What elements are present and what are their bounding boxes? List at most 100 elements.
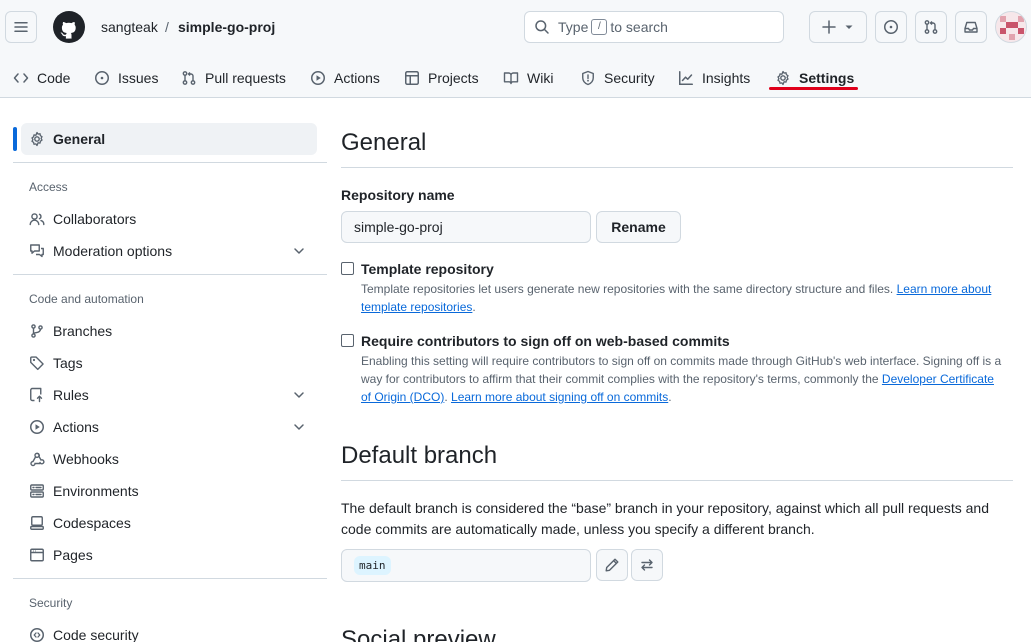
search-placeholder-prefix: Type — [558, 19, 589, 35]
pull-requests-button[interactable] — [915, 11, 947, 43]
template-repository-description: Template repositories let users generate… — [361, 282, 992, 314]
server-icon — [30, 484, 44, 498]
sidebar-item-label: Tags — [53, 355, 83, 371]
tab-projects[interactable]: Projects — [404, 63, 479, 93]
triangle-down-icon — [845, 25, 853, 29]
sidebar-item-collaborators[interactable]: Collaborators — [29, 209, 317, 229]
breadcrumb-separator: / — [165, 19, 169, 35]
breadcrumb-repo[interactable]: simple-go-proj — [178, 19, 275, 35]
tab-issues[interactable]: Issues — [94, 63, 158, 93]
template-repository-checkbox[interactable] — [341, 262, 354, 275]
gear-icon — [777, 70, 789, 86]
tab-settings-label: Settings — [799, 70, 855, 86]
sidebar-item-pages[interactable]: Pages — [29, 545, 317, 565]
play-icon — [311, 71, 325, 85]
template-description-text: Template repositories let users generate… — [361, 282, 894, 296]
tab-security[interactable]: Security — [580, 63, 655, 93]
sidebar-item-general[interactable]: General — [29, 129, 317, 149]
repository-name-label: Repository name — [341, 187, 455, 203]
sidebar-item-rules[interactable]: Rules — [29, 385, 317, 405]
create-new-button[interactable] — [809, 11, 867, 43]
sidebar-item-codespaces[interactable]: Codespaces — [29, 513, 317, 533]
avatar[interactable] — [995, 11, 1027, 43]
github-logo-icon[interactable] — [53, 11, 85, 43]
comment-discussion-icon — [30, 244, 44, 258]
tab-actions[interactable]: Actions — [310, 63, 380, 93]
learn-more-signoff-link[interactable]: Learn more about signing off on commits — [451, 390, 668, 404]
repo-navigation: Code Issues Pull requests Actions Projec… — [0, 58, 1031, 98]
chevron-down-icon[interactable] — [291, 419, 307, 435]
sidebar-divider — [13, 274, 327, 275]
code-icon — [13, 73, 29, 83]
chevron-down-icon[interactable] — [291, 243, 307, 259]
gear-icon — [31, 131, 43, 147]
default-branch-divider — [341, 480, 1013, 481]
git-branch-icon — [31, 324, 43, 338]
chevron-down-icon[interactable] — [291, 387, 307, 403]
sidebar-item-environments[interactable]: Environments — [29, 481, 317, 501]
dco-link-part-2[interactable]: of Origin (DCO) — [361, 390, 444, 404]
codescan-icon — [30, 628, 44, 642]
table-icon — [405, 71, 419, 85]
default-branch-description: The default branch is considered the “ba… — [341, 500, 989, 537]
tab-pull-requests[interactable]: Pull requests — [181, 63, 286, 93]
rename-branch-button[interactable] — [596, 549, 628, 581]
breadcrumb-owner[interactable]: sangteak — [101, 19, 158, 35]
sidebar-item-webhooks[interactable]: Webhooks — [29, 449, 317, 469]
switch-branch-button[interactable] — [631, 549, 663, 581]
repository-name-input[interactable]: simple-go-proj — [341, 211, 591, 243]
menu-button[interactable] — [5, 11, 37, 43]
rename-button[interactable]: Rename — [596, 211, 681, 243]
require-signoff-label[interactable]: Require contributors to sign off on web-… — [361, 333, 730, 349]
search-placeholder-suffix: to search — [610, 19, 668, 35]
template-repositories-link[interactable]: template repositories — [361, 300, 472, 314]
shield-icon — [582, 70, 594, 86]
play-icon — [30, 420, 44, 434]
require-signoff-checkbox[interactable] — [341, 334, 354, 347]
sidebar-active-indicator — [13, 127, 17, 151]
page-title: General — [341, 129, 427, 156]
sidebar-item-label: Rules — [53, 387, 89, 403]
sidebar-item-code-security[interactable]: Code security — [29, 625, 317, 642]
sidebar-item-branches[interactable]: Branches — [29, 321, 317, 341]
git-pull-request-icon — [924, 20, 938, 34]
sidebar-item-label: Pages — [53, 547, 93, 563]
search-input[interactable]: Type / to search — [524, 11, 784, 43]
sidebar-item-tags[interactable]: Tags — [29, 353, 317, 373]
codespaces-icon — [30, 516, 44, 530]
sidebar-divider — [13, 162, 327, 163]
tab-code[interactable]: Code — [13, 63, 70, 93]
tab-insights[interactable]: Insights — [678, 63, 750, 93]
tab-wiki[interactable]: Wiki — [503, 63, 553, 93]
hamburger-icon — [14, 22, 28, 32]
browser-icon — [30, 548, 44, 562]
sidebar-item-moderation-options[interactable]: Moderation options — [29, 241, 317, 261]
inbox-icon — [964, 21, 978, 33]
arrow-switch-icon — [641, 559, 653, 571]
template-repository-label[interactable]: Template repository — [361, 261, 494, 277]
repo-push-icon — [30, 387, 43, 403]
learn-more-template-link[interactable]: Learn more about — [897, 282, 992, 296]
sidebar-item-label: Codespaces — [53, 515, 131, 531]
require-signoff-description: Enabling this setting will require contr… — [361, 354, 1002, 404]
signoff-description-line-1: Enabling this setting will require contr… — [361, 354, 1002, 368]
sidebar-item-label: Moderation options — [53, 243, 173, 259]
inbox-button[interactable] — [955, 11, 987, 43]
sidebar-heading-security: Security — [29, 596, 73, 610]
search-shortcut-key: / — [591, 19, 608, 35]
book-icon — [503, 72, 519, 85]
sidebar-divider — [13, 578, 327, 579]
sidebar-item-label: Collaborators — [53, 211, 137, 227]
sidebar-item-label: Branches — [53, 323, 113, 339]
social-preview-title: Social preview — [341, 626, 496, 642]
issues-button[interactable] — [875, 11, 907, 43]
tab-projects-label: Projects — [428, 70, 479, 86]
sidebar-item-actions[interactable]: Actions — [29, 417, 317, 437]
selected-tab-underline — [769, 87, 858, 90]
identicon-icon — [1000, 16, 1024, 40]
graph-icon — [679, 71, 693, 85]
tab-issues-label: Issues — [118, 70, 159, 86]
tab-pull-requests-label: Pull requests — [205, 70, 286, 86]
pencil-icon — [605, 558, 619, 572]
dco-link-part-1[interactable]: Developer Certificate — [882, 372, 994, 386]
